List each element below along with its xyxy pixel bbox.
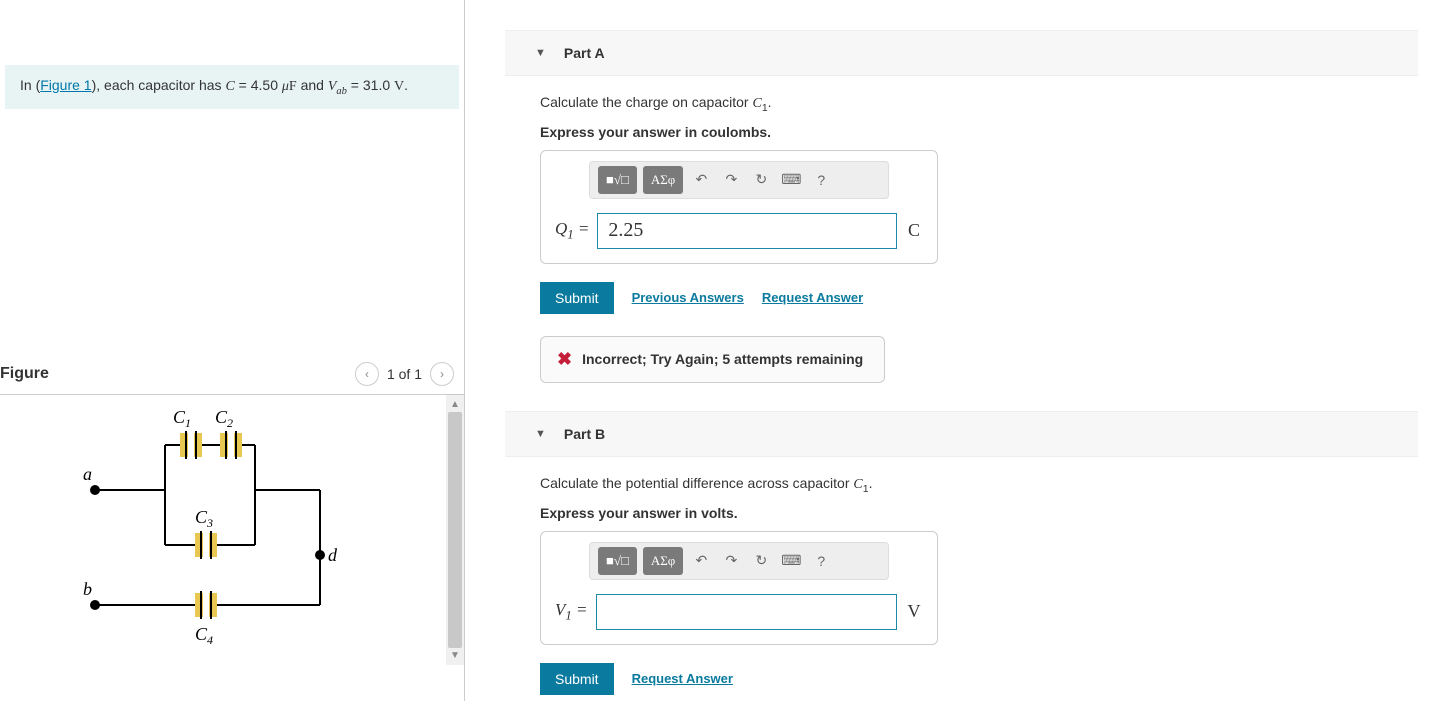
text: = 31.0 (347, 77, 394, 93)
keyboard-icon[interactable]: ⌨ (779, 549, 803, 573)
input-row-b: V1 = V (541, 580, 937, 630)
figure-page-indicator: 1 of 1 (387, 366, 422, 382)
figure-scrollbar[interactable]: ▲ ▼ (446, 395, 464, 665)
var-C: C (225, 79, 234, 94)
var-Q: Q (555, 219, 567, 238)
text: ), each capacitor has (92, 77, 226, 93)
greek-button[interactable]: ΑΣφ (643, 166, 683, 194)
unit-a: C (905, 220, 923, 241)
svg-text:C4: C4 (195, 624, 213, 647)
var-C: C (752, 96, 761, 111)
figure-link[interactable]: Figure 1 (40, 77, 91, 93)
reset-icon[interactable]: ↻ (749, 168, 773, 192)
text: Calculate the potential difference acros… (540, 475, 853, 491)
next-figure-button[interactable]: › (430, 362, 454, 386)
left-panel: In (Figure 1), each capacitor has C = 4.… (0, 0, 465, 701)
submit-button-b[interactable]: Submit (540, 663, 614, 695)
scroll-thumb[interactable] (448, 412, 462, 648)
part-a-header[interactable]: ▼ Part A (505, 30, 1418, 76)
part-b-header[interactable]: ▼ Part B (505, 411, 1418, 457)
greek-button[interactable]: ΑΣφ (643, 547, 683, 575)
reset-icon[interactable]: ↻ (749, 549, 773, 573)
text: Calculate the charge on capacitor (540, 94, 752, 110)
text: = 4.50 (235, 77, 282, 93)
part-b-title: Part B (564, 426, 605, 442)
templates-button[interactable]: ■√□ (598, 166, 637, 194)
unit-b: V (905, 601, 923, 622)
svg-text:C1: C1 (173, 407, 191, 430)
eq-sign: = (572, 600, 588, 619)
input-label-a: Q1 = (555, 219, 589, 242)
right-panel: ▼ Part A Calculate the charge on capacit… (465, 0, 1438, 701)
page-root: In (Figure 1), each capacitor has C = 4.… (0, 0, 1438, 701)
previous-answers-link[interactable]: Previous Answers (632, 290, 744, 305)
collapse-icon: ▼ (535, 428, 546, 440)
label-a: a (83, 464, 92, 484)
text: . (404, 77, 408, 93)
part-a-prompt: Calculate the charge on capacitor C1. (540, 94, 1418, 114)
answer-input-b[interactable] (596, 594, 898, 630)
label-C1-sub: 1 (185, 416, 191, 430)
label-C4-sub: 4 (207, 633, 213, 647)
toolbar-b: ■√□ ΑΣφ ↶ ↷ ↻ ⌨ ? (589, 542, 889, 580)
figure-nav: ‹ 1 of 1 › (355, 362, 454, 386)
answer-input-a[interactable] (597, 213, 897, 249)
part-b-prompt: Calculate the potential difference acros… (540, 475, 1418, 495)
figure-header: Figure ‹ 1 of 1 › (0, 354, 464, 395)
unit-V: V (394, 79, 404, 94)
var-C: C (853, 477, 862, 492)
text: . (869, 475, 873, 491)
label-b: b (83, 579, 92, 599)
redo-icon[interactable]: ↷ (719, 168, 743, 192)
eq-sign: = (574, 219, 590, 238)
part-b-body: Calculate the potential difference acros… (505, 457, 1418, 695)
scroll-up-icon[interactable]: ▲ (450, 399, 460, 410)
answer-box-b: ■√□ ΑΣφ ↶ ↷ ↻ ⌨ ? V1 = V (540, 531, 938, 645)
collapse-icon: ▼ (535, 47, 546, 59)
templates-button[interactable]: ■√□ (598, 547, 637, 575)
text: In ( (20, 77, 40, 93)
label-C2-sub: 2 (227, 416, 233, 430)
part-b-instruction: Express your answer in volts. (540, 505, 1418, 521)
svg-text:C2: C2 (215, 407, 233, 430)
problem-statement: In (Figure 1), each capacitor has C = 4.… (5, 65, 459, 109)
label-d: d (328, 545, 338, 565)
circuit-svg: .wire{stroke:#000;stroke-width:2;fill:no… (75, 405, 365, 655)
sub-ab: ab (336, 86, 347, 97)
figure-title: Figure (0, 365, 49, 383)
submit-row-b: Submit Request Answer (540, 663, 1418, 695)
input-label-b: V1 = (555, 600, 588, 623)
answer-box-a: ■√□ ΑΣφ ↶ ↷ ↻ ⌨ ? Q1 = C (540, 150, 938, 264)
part-a-body: Calculate the charge on capacitor C1. Ex… (505, 76, 1418, 383)
incorrect-icon: ✖ (557, 349, 572, 370)
part-a-instruction: Express your answer in coulombs. (540, 124, 1418, 140)
input-row-a: Q1 = C (541, 199, 937, 249)
feedback-text: Incorrect; Try Again; 5 attempts remaini… (582, 351, 863, 367)
part-a-title: Part A (564, 45, 605, 61)
feedback-a: ✖ Incorrect; Try Again; 5 attempts remai… (540, 336, 885, 383)
figure-body: .wire{stroke:#000;stroke-width:2;fill:no… (0, 395, 464, 665)
svg-text:C3: C3 (195, 507, 213, 530)
unit-micro: μ (282, 79, 289, 94)
toolbar-a: ■√□ ΑΣφ ↶ ↷ ↻ ⌨ ? (589, 161, 889, 199)
request-answer-link-a[interactable]: Request Answer (762, 290, 863, 305)
help-icon[interactable]: ? (809, 549, 833, 573)
undo-icon[interactable]: ↶ (689, 168, 713, 192)
var-V: V (555, 600, 565, 619)
prev-figure-button[interactable]: ‹ (355, 362, 379, 386)
request-answer-link-b[interactable]: Request Answer (632, 671, 733, 686)
redo-icon[interactable]: ↷ (719, 549, 743, 573)
scroll-down-icon[interactable]: ▼ (450, 650, 460, 661)
unit-F: F (289, 79, 297, 94)
undo-icon[interactable]: ↶ (689, 549, 713, 573)
text: . (768, 94, 772, 110)
circuit-diagram: .wire{stroke:#000;stroke-width:2;fill:no… (0, 395, 446, 665)
label-C3-sub: 3 (206, 516, 213, 530)
submit-button-a[interactable]: Submit (540, 282, 614, 314)
text: and (297, 77, 328, 93)
keyboard-icon[interactable]: ⌨ (779, 168, 803, 192)
submit-row-a: Submit Previous Answers Request Answer (540, 282, 1418, 314)
help-icon[interactable]: ? (809, 168, 833, 192)
